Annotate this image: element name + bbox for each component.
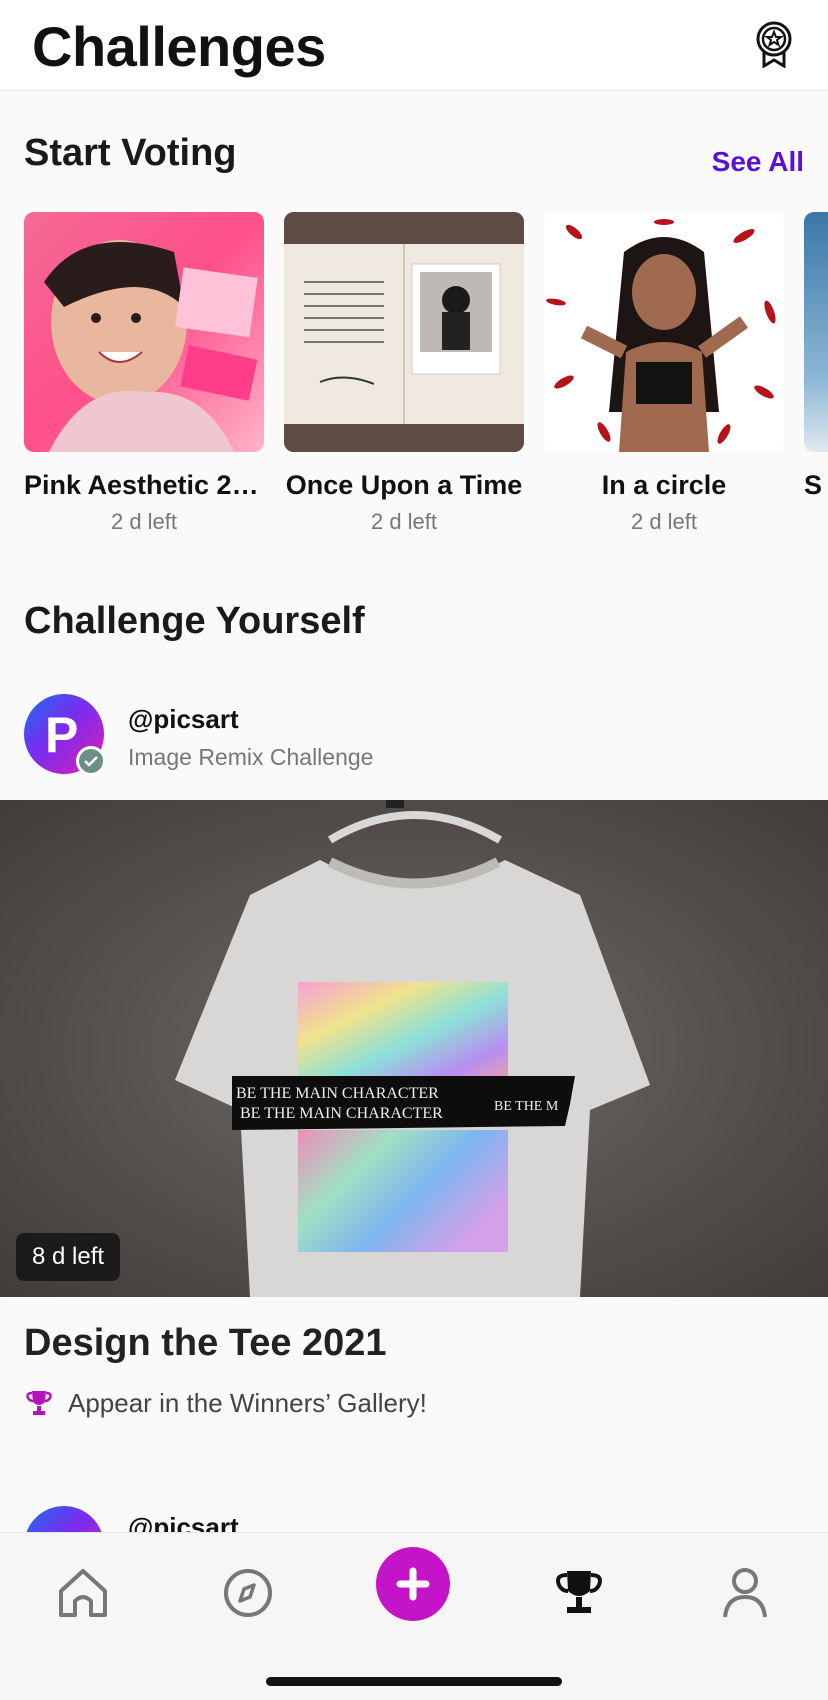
home-indicator — [266, 1677, 562, 1686]
verified-check-icon — [76, 746, 106, 776]
challenge-title[interactable]: Design the Tee 2021 — [24, 1322, 387, 1365]
voting-card-time: 2 d left — [630, 509, 698, 534]
tee-print-text: BE THE MAIN CHARACTER — [236, 1085, 439, 1102]
bottom-nav — [0, 1532, 828, 1700]
page-title: Challenges — [32, 15, 326, 78]
picsart-logo-letter: P — [45, 707, 79, 763]
voting-card-image — [284, 212, 524, 452]
voting-card-image — [544, 212, 784, 452]
voting-card-time: 2 d left — [110, 509, 178, 534]
voting-card-image — [24, 212, 264, 452]
voting-card-title: In a circle — [601, 470, 727, 500]
voting-card-title: Pink Aesthetic 20... — [24, 470, 264, 500]
tee-print-text: BE THE M — [494, 1099, 559, 1114]
author-handle[interactable]: @picsart — [128, 704, 239, 735]
tee-print-text: BE THE MAIN CHARACTER — [240, 1105, 443, 1122]
explore-compass-icon[interactable] — [216, 1561, 280, 1625]
create-plus-button[interactable] — [376, 1547, 450, 1621]
home-icon[interactable] — [51, 1561, 115, 1625]
voting-card-title: Once Upon a Time — [285, 470, 523, 500]
profile-icon[interactable] — [713, 1561, 777, 1625]
see-all-link[interactable]: See All — [712, 146, 804, 178]
challenge-yourself-title: Challenge Yourself — [24, 600, 365, 642]
challenges-trophy-icon[interactable] — [547, 1561, 611, 1625]
award-badge-icon[interactable] — [752, 20, 796, 69]
challenge-author[interactable]: P @picsart Image Remix Challenge — [24, 694, 804, 778]
voting-card-title: S — [804, 470, 823, 500]
start-voting-title: Start Voting — [24, 132, 237, 174]
avatar[interactable]: P — [24, 694, 106, 776]
voting-card[interactable]: S — [804, 212, 828, 501]
reward-text: Appear in the Winners’ Gallery! — [68, 1388, 427, 1418]
challenge-hero-image[interactable]: BE THE MAIN CHARACTER BE THE MAIN CHARAC… — [0, 800, 828, 1297]
time-left-badge: 8 d left — [16, 1233, 121, 1281]
voting-card-image — [804, 212, 828, 452]
voting-card[interactable]: Once Upon a Time 2 d left — [284, 212, 524, 535]
voting-card[interactable]: In a circle 2 d left — [544, 212, 784, 535]
challenge-type: Image Remix Challenge — [128, 744, 374, 770]
voting-card-time: 2 d left — [370, 509, 438, 534]
trophy-icon — [26, 1391, 52, 1415]
top-bar: Challenges — [0, 0, 828, 91]
create-plus-icon — [396, 1567, 430, 1601]
voting-card[interactable]: Pink Aesthetic 20... 2 d left — [24, 212, 264, 535]
